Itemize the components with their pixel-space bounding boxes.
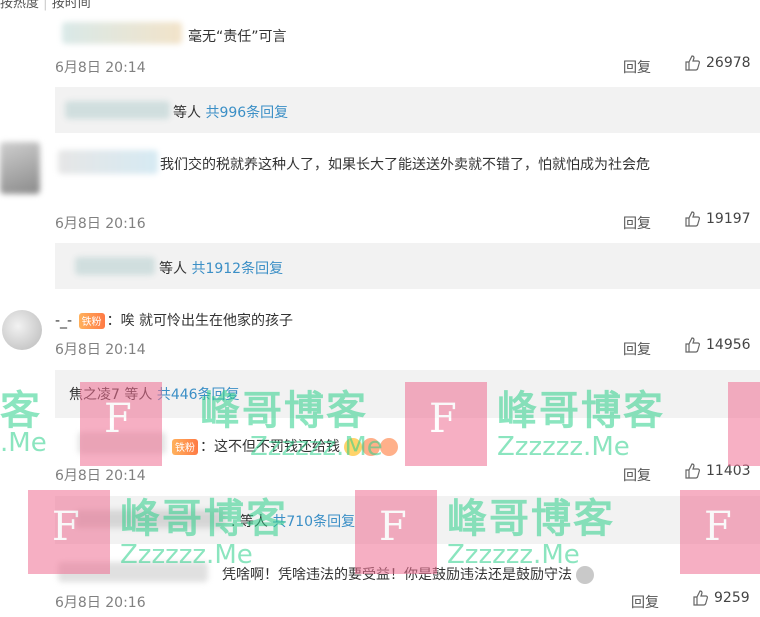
sub-reply-suffix: 等人 — [173, 105, 201, 121]
like-button[interactable]: 11403 — [684, 463, 751, 479]
emoji-icon — [344, 438, 363, 456]
reply-button[interactable]: 回复 — [623, 57, 651, 77]
sub-reply-users-redacted — [75, 510, 225, 528]
username-redacted — [58, 562, 208, 582]
like-button[interactable]: 9259 — [692, 590, 750, 606]
sub-reply-users-redacted — [65, 101, 170, 119]
like-button[interactable]: 14956 — [684, 337, 751, 353]
sub-reply-users-redacted — [75, 257, 155, 275]
sub-reply-summary: 等人 共1912条回复 — [159, 258, 283, 278]
badge-label: 铁粉 — [81, 317, 102, 328]
watermark-brand: 客 — [0, 388, 42, 434]
reply-button[interactable]: 回复 — [623, 339, 651, 359]
like-count: 19197 — [706, 211, 751, 227]
fan-badge: 铁粉 — [78, 312, 105, 329]
comment-text: 凭啥啊！凭啥违法的要受益！你是鼓励违法还是鼓励守法 — [222, 564, 595, 584]
tab-hot[interactable]: 按热度 — [0, 0, 39, 11]
like-button[interactable]: 19197 — [684, 211, 751, 227]
thumbs-up-icon — [685, 55, 700, 71]
sub-replies[interactable]: . 等人 共710条回复 — [55, 496, 760, 544]
sub-reply-summary: . 等人 共710条回复 — [231, 511, 355, 531]
like-count: 26978 — [706, 55, 751, 71]
thumbs-up-icon — [685, 463, 700, 479]
sub-replies[interactable]: 等人 共1912条回复 — [55, 243, 760, 289]
like-count: 14956 — [706, 337, 751, 353]
like-count: 11403 — [706, 463, 751, 479]
sub-reply-summary: 焦之凌7 等人 共446条回复 — [69, 384, 240, 404]
sub-reply-count[interactable]: 共710条回复 — [272, 514, 355, 530]
sub-reply-user[interactable]: 焦之凌7 — [69, 387, 120, 403]
comment-text: 这不但不罚钱还给钱 — [214, 439, 340, 455]
comment-time: 6月8日 20:16 — [55, 216, 146, 232]
username[interactable]: -_- — [55, 313, 72, 329]
comment-text: 唉 就可怜出生在他家的孩子 — [120, 313, 294, 329]
comment-text: 我们交的税就养这种人了，如果长大了能送送外卖就不错了，怕就怕成为社会危 — [160, 157, 650, 173]
badge-label: 铁粉 — [175, 443, 195, 454]
comment-time: 6月8日 20:14 — [55, 60, 146, 76]
watermark-url: .Me — [0, 428, 47, 458]
reply-button[interactable]: 回复 — [631, 592, 659, 612]
thumbs-up-icon — [693, 590, 708, 606]
tab-separator: | — [43, 0, 48, 11]
emoji-icon — [576, 566, 595, 584]
sub-reply-suffix: 等人 — [239, 514, 268, 530]
top-tabs: 按热度 | 按时间 — [0, 0, 91, 11]
like-button[interactable]: 26978 — [684, 55, 751, 71]
thumbs-up-icon — [685, 337, 700, 353]
sub-reply-suffix: 等人 — [124, 387, 153, 403]
sub-replies[interactable]: 等人 共996条回复 — [55, 87, 760, 133]
watermark-left-partial: 客 .Me — [0, 378, 60, 468]
comment-text: 毫无“责任”可言 — [188, 29, 287, 45]
sub-replies[interactable]: 焦之凌7 等人 共446条回复 — [55, 370, 760, 418]
sub-reply-suffix: 等人 — [159, 261, 187, 277]
thumbs-up-icon — [685, 211, 700, 227]
comment-time: 6月8日 20:14 — [55, 342, 146, 358]
comment-time: 6月8日 20:16 — [55, 595, 146, 611]
emoji-icon — [362, 438, 381, 456]
sub-reply-summary: 等人 共996条回复 — [173, 102, 288, 122]
avatar[interactable] — [2, 310, 42, 350]
comment-time: 6月8日 20:14 — [55, 468, 146, 484]
reply-button[interactable]: 回复 — [623, 213, 651, 233]
like-count: 9259 — [714, 590, 750, 606]
sub-reply-user[interactable]: . — [231, 514, 235, 530]
watermark-url: Zzzzzz.Me — [497, 432, 630, 462]
emoji-icon — [380, 438, 399, 456]
avatar — [0, 142, 40, 194]
comment-header: 铁粉 ：这不但不罚钱还给钱 — [170, 436, 399, 456]
username-redacted — [78, 432, 166, 454]
tab-time[interactable]: 按时间 — [52, 0, 91, 11]
comment-text-content: 凭啥啊！凭啥违法的要受益！你是鼓励违法还是鼓励守法 — [222, 567, 572, 583]
username-redacted — [62, 22, 182, 44]
reply-button[interactable]: 回复 — [623, 465, 651, 485]
sub-reply-count[interactable]: 共1912条回复 — [191, 261, 283, 277]
sub-reply-count[interactable]: 共446条回复 — [157, 387, 240, 403]
fan-badge: 铁粉 — [172, 438, 198, 455]
comment-header: -_- 铁粉 ：唉 就可怜出生在他家的孩子 — [55, 312, 294, 329]
sub-reply-count[interactable]: 共996条回复 — [205, 105, 288, 121]
username-redacted — [58, 150, 158, 174]
